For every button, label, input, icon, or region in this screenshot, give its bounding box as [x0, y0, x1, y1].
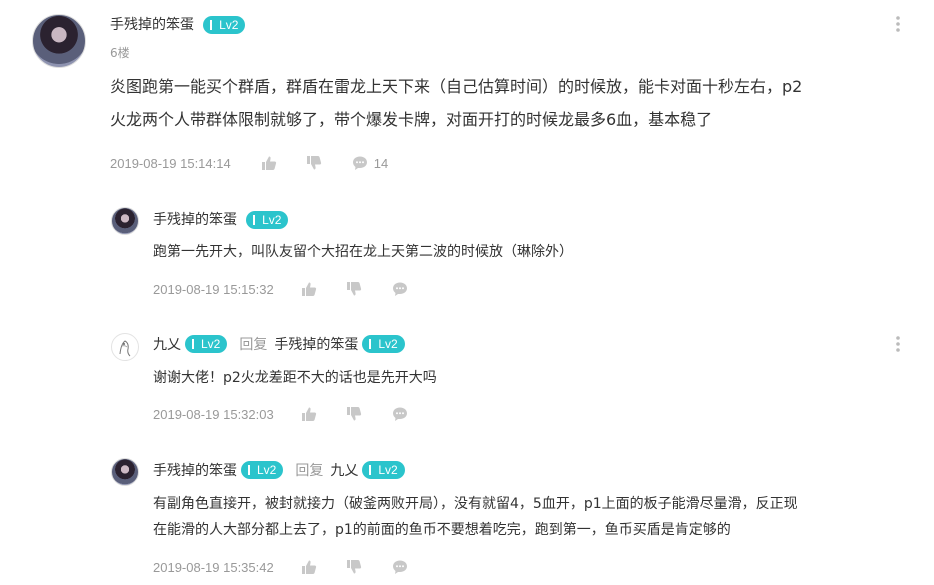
timestamp: 2019-08-19 15:32:03 [153, 406, 274, 422]
comment-bubble-icon [352, 156, 367, 170]
content-line: 有副角色直接开，被封就接力（破釜两败开局），没有就留4，5血开，p1上面的板子能… [153, 496, 798, 512]
reply-to-name[interactable]: 九乂 [330, 460, 358, 480]
dislike-button[interactable] [346, 406, 362, 422]
author-name[interactable]: 手残掉的笨蛋 [153, 212, 237, 228]
level-badge: Lv2 [246, 211, 289, 229]
like-button[interactable] [301, 406, 317, 422]
like-button[interactable] [301, 281, 317, 297]
vertical-ellipsis-icon [896, 16, 900, 32]
reply-content: 有副角色直接开，被封就接力（破釜两败开局），没有就留4，5血开，p1上面的板子能… [153, 491, 913, 543]
thumbs-up-icon [301, 560, 316, 574]
avatar[interactable] [32, 14, 86, 68]
comment-header: 手残掉的笨蛋 Lv2 [110, 14, 246, 34]
dislike-button[interactable] [306, 155, 322, 171]
more-options-button[interactable] [893, 334, 903, 358]
comment-meta: 2019-08-19 15:14:14 14 [110, 154, 388, 172]
comment-bubble-icon [392, 560, 407, 574]
thumbs-up-icon [301, 407, 316, 421]
like-button[interactable] [261, 155, 277, 171]
reply-label: 回复 [295, 463, 324, 479]
thumbs-down-icon [346, 282, 361, 296]
like-button[interactable] [301, 559, 317, 575]
level-badge: Lv2 [185, 335, 228, 353]
comment-button[interactable] [392, 281, 408, 297]
author-name[interactable]: 九乂 [153, 334, 181, 354]
level-badge: Lv2 [362, 335, 405, 353]
content-line: 火龙两个人带群体限制就够了，带个爆发卡牌，对面开打的时候龙最多6血，基本稳了 [110, 110, 713, 129]
thumbs-down-icon [346, 560, 361, 574]
author-name[interactable]: 手残掉的笨蛋 [110, 17, 194, 33]
author-name[interactable]: 手残掉的笨蛋 [153, 460, 237, 480]
reply-meta: 2019-08-19 15:15:32 [153, 280, 408, 298]
level-badge: Lv2 [241, 461, 284, 479]
content-line: 跑第一先开大，叫队友留个大招在龙上天第二波的时候放（琳除外） [153, 244, 573, 260]
avatar[interactable] [111, 458, 139, 486]
content-line: 谢谢大佬！p2火龙差距不大的话也是先开大吗 [153, 370, 437, 386]
thumbs-up-icon [261, 156, 276, 170]
content-line: 在能滑的人大部分都上去了，p1的前面的鱼币不要想着吃完，跑到第一，鱼币买盾是肯定… [153, 522, 731, 538]
reply-content: 谢谢大佬！p2火龙差距不大的话也是先开大吗 [153, 365, 437, 391]
sketch-avatar-icon [119, 340, 131, 357]
comment-bubble-icon [392, 407, 407, 421]
thumbs-up-icon [301, 282, 316, 296]
comment-button[interactable] [392, 559, 408, 575]
comment-content: 炎图跑第一能买个群盾，群盾在雷龙上天下来（自己估算时间）的时候放，能卡对面十秒左… [110, 70, 920, 136]
reply-to-name[interactable]: 手残掉的笨蛋 [274, 334, 358, 354]
reply-label: 回复 [239, 337, 268, 353]
level-badge: Lv2 [203, 16, 246, 34]
reply-count: 14 [373, 155, 389, 171]
comment-bubble-icon [392, 282, 407, 296]
reply-header: 手残掉的笨蛋 Lv2 回复 九乂 Lv2 [153, 460, 405, 480]
reply-meta: 2019-08-19 15:32:03 [153, 405, 408, 423]
timestamp: 2019-08-19 15:35:42 [153, 559, 274, 575]
thumbs-down-icon [346, 407, 361, 421]
reply-content: 跑第一先开大，叫队友留个大招在龙上天第二波的时候放（琳除外） [153, 239, 573, 265]
dislike-button[interactable] [346, 559, 362, 575]
floor-number: 6楼 [110, 46, 130, 60]
timestamp: 2019-08-19 15:15:32 [153, 281, 274, 297]
reply-meta: 2019-08-19 15:35:42 [153, 558, 408, 576]
timestamp: 2019-08-19 15:14:14 [110, 155, 231, 171]
reply-header: 九乂 Lv2 回复 手残掉的笨蛋 Lv2 [153, 334, 405, 354]
more-options-button[interactable] [893, 14, 903, 38]
comment-button[interactable] [392, 406, 408, 422]
thumbs-down-icon [306, 156, 321, 170]
reply-header: 手残掉的笨蛋 Lv2 [153, 209, 289, 229]
avatar[interactable] [111, 207, 139, 235]
avatar[interactable] [111, 333, 139, 361]
level-badge: Lv2 [362, 461, 405, 479]
content-line: 炎图跑第一能买个群盾，群盾在雷龙上天下来（自己估算时间）的时候放，能卡对面十秒左… [110, 77, 803, 96]
dislike-button[interactable] [346, 281, 362, 297]
vertical-ellipsis-icon [896, 336, 900, 352]
comment-button[interactable] [352, 155, 368, 171]
